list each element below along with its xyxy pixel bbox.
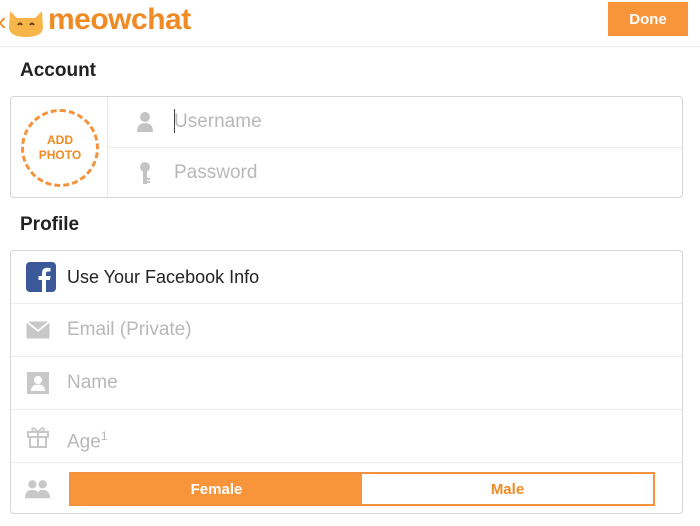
text-caret <box>174 109 175 133</box>
gender-row: Female Male <box>11 463 682 515</box>
add-photo-area[interactable]: ADD PHOTO <box>11 97 108 197</box>
gender-toggle: Female Male <box>69 472 655 506</box>
envelope-icon <box>25 317 51 343</box>
cat-logo-icon <box>9 11 43 37</box>
password-input[interactable] <box>174 160 654 186</box>
person-icon <box>132 109 158 135</box>
male-option-button[interactable]: Male <box>362 474 653 504</box>
add-photo-button[interactable]: ADD PHOTO <box>21 109 99 187</box>
female-option-button[interactable]: Female <box>71 474 362 504</box>
username-row <box>108 97 682 148</box>
contact-card-icon <box>25 370 51 396</box>
name-input[interactable] <box>67 370 647 396</box>
facebook-label: Use Your Facebook Info <box>67 267 260 287</box>
email-input[interactable] <box>67 317 647 343</box>
age-row[interactable]: Age1 <box>11 410 682 463</box>
app-header: ‹ meowchat Done <box>0 0 700 47</box>
profile-card: Use Your Facebook Info Email (Private) N… <box>10 250 683 514</box>
age-field[interactable]: Age1 <box>67 423 647 453</box>
add-photo-label-line1: ADD <box>47 133 73 147</box>
name-row <box>11 357 682 410</box>
gift-icon <box>25 423 51 449</box>
age-placeholder-text: Age <box>67 431 101 453</box>
username-input[interactable] <box>174 109 654 135</box>
key-icon <box>132 160 158 186</box>
done-button[interactable]: Done <box>608 2 688 36</box>
people-icon <box>25 476 51 502</box>
account-section-title: Account <box>20 60 96 81</box>
password-row <box>108 148 682 198</box>
account-card: ADD PHOTO <box>10 96 683 198</box>
email-row <box>11 304 682 357</box>
profile-section-title: Profile <box>20 214 80 235</box>
add-photo-label-line2: PHOTO <box>38 148 82 162</box>
facebook-row[interactable]: Use Your Facebook Info <box>11 251 682 304</box>
brand-logo-text: meowchat <box>48 3 191 36</box>
facebook-icon <box>25 261 57 293</box>
age-footnote-marker: 1 <box>100 429 108 443</box>
